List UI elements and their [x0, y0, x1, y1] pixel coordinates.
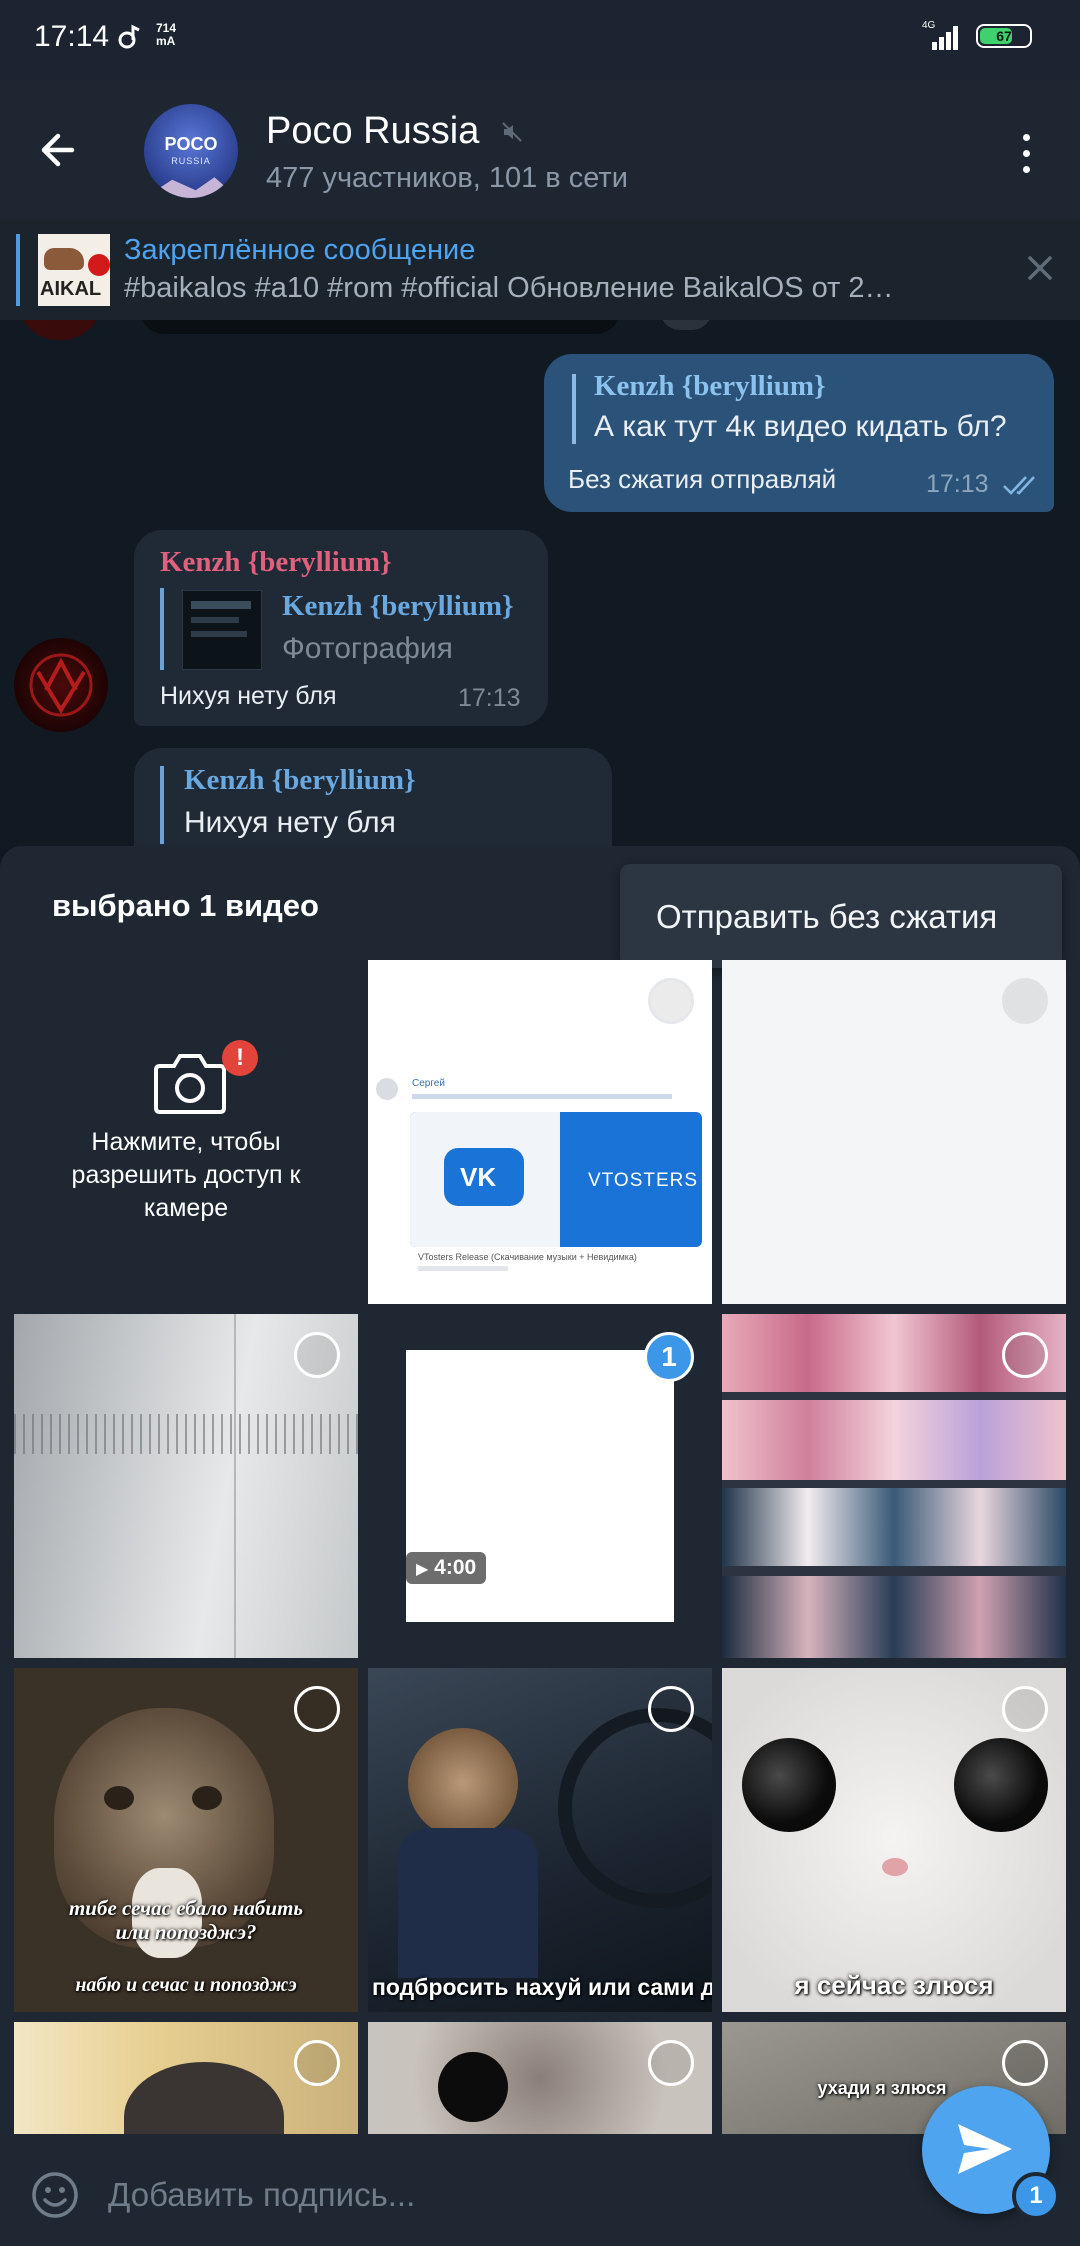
message-list[interactable]: Kenzh {beryllium} А как тут 4к видео кид…	[0, 320, 1080, 850]
avatar[interactable]	[18, 320, 102, 340]
caption-input[interactable]	[108, 2168, 888, 2222]
select-circle[interactable]	[648, 1686, 694, 1732]
chat-members: 477 участников, 101 в сети	[266, 162, 628, 194]
pinned-text: #baikalos #a10 #rom #official Обновление…	[124, 272, 894, 304]
select-circle[interactable]	[294, 2040, 340, 2086]
meme-caption: набю и сечас и попозджэ	[75, 1974, 297, 1996]
send-icon	[958, 2124, 1012, 2174]
select-circle[interactable]	[1002, 1332, 1048, 1378]
gallery-thumbnail[interactable]	[722, 960, 1066, 1304]
send-without-compression-button[interactable]: Отправить без сжатия	[620, 864, 1062, 968]
reply-text: Фотография	[282, 632, 453, 665]
caption-bar	[0, 2140, 1080, 2246]
battery-icon: 67	[976, 24, 1032, 48]
muted-icon	[502, 122, 522, 142]
message-time: 17:13	[926, 470, 989, 498]
incoming-message[interactable]: Kenzh {beryllium} Kenzh {beryllium} Фото…	[134, 530, 548, 726]
pinned-bar	[16, 234, 20, 306]
gallery-thumbnail[interactable]	[14, 1314, 358, 1658]
reply-photo-thumbnail	[182, 590, 262, 670]
gallery-thumbnail-selected[interactable]: ▶ 4:00 1	[368, 1314, 712, 1658]
chat-title[interactable]: Poco Russia	[266, 110, 479, 153]
quote-text: А как тут 4к видео кидать бл?	[594, 410, 1007, 443]
select-circle[interactable]	[1002, 1686, 1048, 1732]
meme-caption: подбросить нахуй или сами дойд	[372, 1974, 712, 2000]
select-circle[interactable]	[1002, 978, 1048, 1024]
quote-sender: Kenzh {beryllium}	[594, 370, 826, 402]
meme-caption: тибе сечас ебало набить или попозджэ?	[68, 1896, 304, 1944]
back-arrow-icon[interactable]	[32, 122, 88, 178]
video-duration-badge: ▶ 4:00	[406, 1552, 487, 1584]
camera-cell[interactable]: ! Нажмите, чтобы разрешить доступ к каме…	[14, 960, 358, 1304]
send-count-badge: 1	[1012, 2172, 1060, 2220]
pinned-title: Закреплённое сообщение	[124, 234, 476, 266]
gallery-thumbnail[interactable]: тибе сечас ебало набить или попозджэ? на…	[14, 1668, 358, 2012]
gallery-thumbnail[interactable]: Сергей VK VTOSTERS VTosters Release (Ска…	[368, 960, 712, 1304]
camera-icon	[154, 1054, 226, 1114]
select-circle[interactable]	[648, 2040, 694, 2086]
gallery-thumbnail[interactable]: подбросить нахуй или сами дойд	[368, 1668, 712, 2012]
select-circle[interactable]	[1002, 2040, 1048, 2086]
status-time: 17:14	[34, 20, 110, 53]
signal-icon	[932, 26, 958, 50]
select-circle[interactable]	[294, 1332, 340, 1378]
camera-alert-icon: !	[222, 1040, 258, 1076]
gallery-thumbnail[interactable]	[722, 1314, 1066, 1658]
close-pinned-icon[interactable]	[1022, 250, 1058, 286]
outgoing-message[interactable]: Kenzh {beryllium} А как тут 4к видео кид…	[544, 354, 1054, 512]
selection-number-badge[interactable]: 1	[644, 1332, 694, 1382]
pinned-message[interactable]: AIKAL Закреплённое сообщение #baikalos #…	[0, 220, 1080, 320]
status-bar: 17:14 714 mA 4G 67	[0, 0, 1080, 80]
camera-permission-text: Нажмите, чтобы разрешить доступ к камере	[71, 1128, 301, 1222]
message-sender: Kenzh {beryllium}	[160, 546, 392, 578]
user-avatar-icon	[29, 653, 93, 717]
pinned-thumbnail: AIKAL	[38, 234, 110, 306]
data-rate: 714 mA	[156, 21, 177, 48]
emoji-icon[interactable]	[30, 2170, 80, 2220]
message-text: Без сжатия отправляй	[568, 464, 837, 494]
select-circle[interactable]	[294, 1686, 340, 1732]
reply-text: Нихуя нету бля	[184, 806, 396, 839]
selection-count: выбрано 1 видео	[52, 888, 319, 923]
incoming-message[interactable]: Kenzh {beryllium} Нихуя нету бля	[134, 748, 612, 850]
gallery-thumbnail[interactable]: я сейчас злюся	[722, 1668, 1066, 2012]
select-circle[interactable]	[648, 978, 694, 1024]
avatar[interactable]	[14, 638, 108, 732]
more-menu-icon[interactable]	[1008, 130, 1044, 176]
meme-caption: я сейчас злюся	[794, 1970, 994, 2000]
media-picker-sheet: выбрано 1 видео Отправить без сжатия ! Н…	[0, 846, 1080, 2246]
reply-sender: Kenzh {beryllium}	[184, 764, 416, 796]
chat-header: POCO RUSSIA Poco Russia 477 участников, …	[0, 80, 1080, 220]
message-text: Нихуя нету бля	[160, 682, 337, 710]
gallery-thumbnail[interactable]	[368, 2022, 712, 2134]
group-avatar[interactable]: POCO RUSSIA	[144, 104, 238, 198]
gallery-thumbnail[interactable]	[14, 2022, 358, 2134]
avatar	[660, 320, 712, 330]
message-time: 17:13	[458, 684, 521, 712]
photo-message-fragment[interactable]	[140, 320, 620, 334]
double-check-icon	[1003, 476, 1035, 495]
music-note-icon	[118, 24, 140, 49]
reply-sender: Kenzh {beryllium}	[282, 590, 514, 622]
